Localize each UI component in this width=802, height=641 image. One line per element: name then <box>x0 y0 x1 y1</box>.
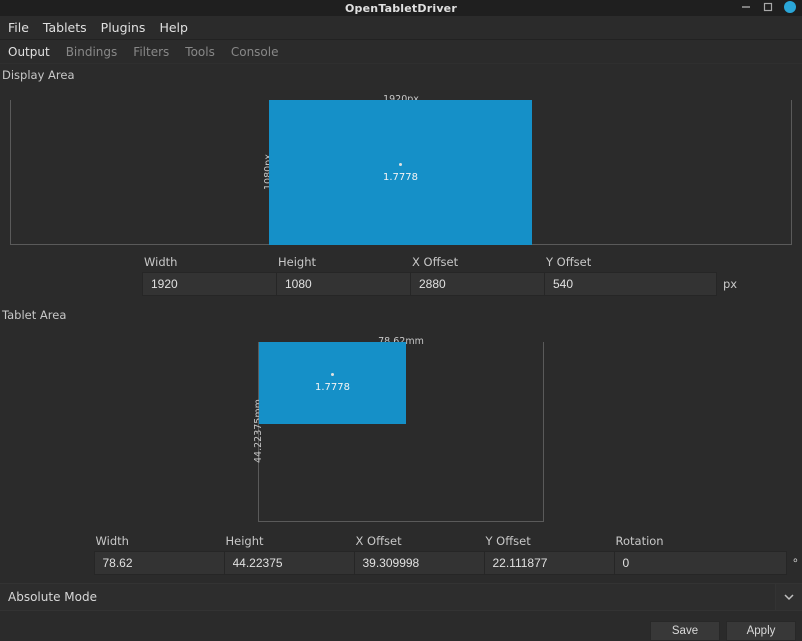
mode-dropdown-button[interactable] <box>776 584 802 610</box>
tab-tools[interactable]: Tools <box>185 45 215 59</box>
display-xoffset-label: X Offset <box>410 255 526 269</box>
unit-px: px <box>723 277 737 291</box>
display-width-label: Width <box>142 255 258 269</box>
tablet-mapping-region[interactable]: 1.7778 <box>259 342 406 424</box>
apply-button[interactable]: Apply <box>726 621 796 641</box>
display-area-label: Display Area <box>0 64 802 84</box>
display-yoffset-input[interactable] <box>544 272 717 296</box>
unit-deg: ° <box>793 556 799 570</box>
display-ratio: 1.7778 <box>383 172 418 183</box>
menu-help[interactable]: Help <box>159 20 188 35</box>
window-controls <box>740 1 796 13</box>
minimize-icon <box>741 2 751 12</box>
display-height-field: Height px <box>276 255 392 296</box>
close-button[interactable] <box>784 1 796 13</box>
minimize-button[interactable] <box>740 1 752 13</box>
chevron-down-icon <box>784 592 794 602</box>
maximize-icon <box>763 2 773 12</box>
menu-tablets[interactable]: Tablets <box>43 20 87 35</box>
display-area-canvas[interactable]: 1920px 1080px 1.7778 <box>10 100 792 245</box>
tab-bindings[interactable]: Bindings <box>66 45 118 59</box>
tablet-rotation-input[interactable] <box>614 551 787 575</box>
center-dot-icon <box>331 373 334 376</box>
tablet-height-field: Height mm <box>224 534 344 575</box>
tablet-rotation-field: Rotation ° <box>614 534 709 575</box>
display-width-field: Width px <box>142 255 258 296</box>
tablet-width-field: Width mm <box>94 534 214 575</box>
display-area-section: Display Area 1920px 1080px 1.7778 Width … <box>0 64 802 304</box>
tab-console[interactable]: Console <box>231 45 279 59</box>
mode-selector[interactable]: Absolute Mode <box>0 583 802 611</box>
display-yoffset-field: Y Offset px <box>544 255 660 296</box>
titlebar: OpenTabletDriver <box>0 0 802 16</box>
maximize-button[interactable] <box>762 1 774 13</box>
display-height-label: Height <box>276 255 392 269</box>
tablet-ratio: 1.7778 <box>315 382 350 393</box>
tablet-width-label: Width <box>94 534 214 548</box>
mode-label: Absolute Mode <box>0 584 776 610</box>
window-title: OpenTabletDriver <box>345 2 457 15</box>
save-button[interactable]: Save <box>650 621 720 641</box>
display-xoffset-field: X Offset px <box>410 255 526 296</box>
footer: Save Apply <box>650 615 802 641</box>
menubar: File Tablets Plugins Help <box>0 16 802 40</box>
display-yoffset-label: Y Offset <box>544 255 660 269</box>
display-fields: Width px Height px X Offset px Y Offset <box>0 251 802 304</box>
tablet-yoffset-label: Y Offset <box>484 534 604 548</box>
menu-plugins[interactable]: Plugins <box>101 20 146 35</box>
tablet-area-canvas[interactable]: 78.62mm 44.22375mm 1.7778 <box>258 342 544 522</box>
tablet-area-label: Tablet Area <box>0 304 802 324</box>
tablet-rotation-label: Rotation <box>614 534 709 548</box>
center-dot-icon <box>399 163 402 166</box>
tab-output[interactable]: Output <box>8 45 50 59</box>
tablet-yoffset-field: Y Offset mm <box>484 534 604 575</box>
menu-file[interactable]: File <box>8 20 29 35</box>
tablet-xoffset-field: X Offset mm <box>354 534 474 575</box>
tablet-area-section: Tablet Area 78.62mm 44.22375mm 1.7778 Wi… <box>0 304 802 583</box>
tablet-height-label: Height <box>224 534 344 548</box>
tab-bar: Output Bindings Filters Tools Console <box>0 40 802 64</box>
display-mapping-region[interactable]: 1.7778 <box>269 100 532 245</box>
tablet-xoffset-label: X Offset <box>354 534 474 548</box>
tab-filters[interactable]: Filters <box>133 45 169 59</box>
tablet-fields: Width mm Height mm X Offset mm Y Offset <box>0 530 802 583</box>
